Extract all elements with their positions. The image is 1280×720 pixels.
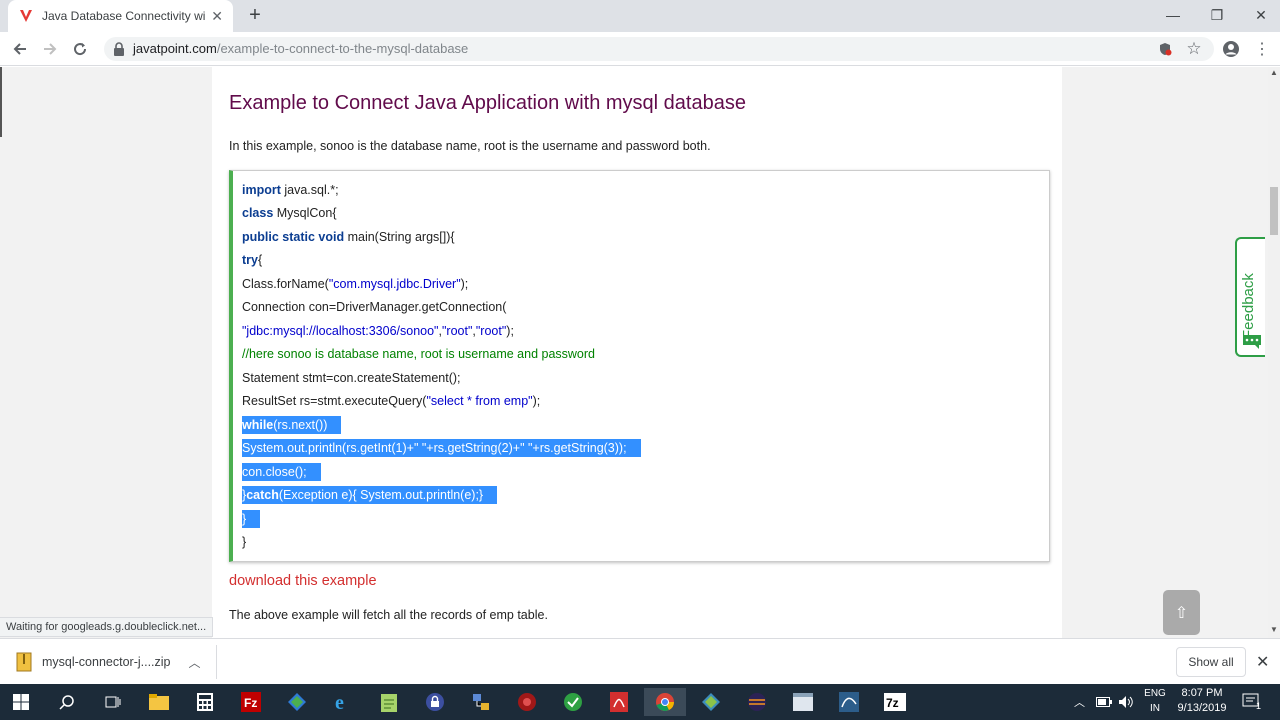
code-line: "jdbc:mysql://localhost:3306/sonoo","roo… <box>242 324 514 338</box>
input-language[interactable]: ENG IN <box>1142 686 1168 716</box>
show-hidden-icons-chevron-icon[interactable]: ︿ <box>1074 684 1085 720</box>
start-windows-icon[interactable] <box>0 688 42 716</box>
feedback-chat-icon <box>1243 335 1261 349</box>
shield-blocked-icon[interactable] <box>1156 40 1174 58</box>
page-title: Example to Connect Java Application with… <box>229 92 746 114</box>
battery-icon[interactable] <box>1096 684 1112 720</box>
scrollbar-thumb[interactable] <box>1270 187 1278 235</box>
shelf-divider <box>216 645 217 679</box>
forward-icon[interactable] <box>38 37 62 61</box>
tab-strip: Java Database Connectivity with ✕ + — ❐ … <box>0 0 1280 32</box>
after-code-text: The above example will fetch all the rec… <box>229 608 548 622</box>
filezilla-icon[interactable]: Fz <box>230 688 272 716</box>
scroll-to-top-button[interactable]: ⇧ <box>1163 590 1200 635</box>
page-viewport: Example to Connect Java Application with… <box>0 67 1268 638</box>
window-app-icon[interactable] <box>782 688 824 716</box>
back-icon[interactable] <box>8 37 32 61</box>
code-line: public static void main(String args[]){ <box>242 230 455 244</box>
network-tool-icon[interactable] <box>460 688 502 716</box>
zip-file-icon <box>16 652 32 672</box>
notifications-icon[interactable]: 1 <box>1242 684 1261 720</box>
code-line: Statement stmt=con.createStatement(); <box>242 371 461 385</box>
svg-text:e: e <box>335 692 344 712</box>
system-clock[interactable]: 8:07 PM 9/13/2019 <box>1170 686 1234 716</box>
restore-icon[interactable]: ❐ <box>1194 0 1240 30</box>
search-icon[interactable] <box>46 688 88 716</box>
red-app-icon[interactable] <box>506 688 548 716</box>
download-item[interactable]: mysql-connector-j....zip ︿ <box>16 647 201 677</box>
vpn-lock-icon[interactable] <box>414 688 456 716</box>
code-line: class MysqlCon{ <box>242 206 337 220</box>
status-bar: Waiting for googleads.g.doubleclick.net.… <box>0 617 214 637</box>
code-line-selected: while(rs.next()) <box>242 416 342 434</box>
account-icon[interactable] <box>1222 40 1240 58</box>
tab-title: Java Database Connectivity with <box>42 9 206 23</box>
svg-text:Fz: Fz <box>244 696 257 710</box>
code-line: Connection con=DriverManager.getConnecti… <box>242 300 507 314</box>
lock-icon[interactable] <box>113 42 125 56</box>
bookmark-star-icon[interactable]: ☆ <box>1185 39 1203 58</box>
internet-explorer-icon[interactable]: e <box>322 688 364 716</box>
windows-taskbar: Fz e 7z ︿ ENG IN 8:07 PM 9/13/2019 1 <box>0 684 1280 720</box>
menu-dots-icon[interactable]: ⋮ <box>1253 40 1271 58</box>
intro-text: In this example, sonoo is the database n… <box>229 139 711 153</box>
download-example-link[interactable]: download this example <box>229 573 377 589</box>
code-comment: //here sonoo is database name, root is u… <box>242 347 595 361</box>
volume-icon[interactable] <box>1118 684 1134 720</box>
page-scrollbar[interactable]: ▲ ▼ <box>1268 67 1280 638</box>
download-shelf: mysql-connector-j....zip ︿ Show all ✕ <box>0 638 1280 684</box>
chevron-up-icon[interactable]: ︿ <box>189 654 201 671</box>
code-line: try{ <box>242 253 263 267</box>
url-text[interactable]: javatpoint.com/example-to-connect-to-the… <box>133 41 468 56</box>
new-tab-button[interactable]: + <box>244 4 266 26</box>
notepad-plus-icon[interactable] <box>368 688 410 716</box>
chrome-icon[interactable] <box>644 688 686 716</box>
close-shelf-icon[interactable]: ✕ <box>1256 652 1269 672</box>
code-line: Class.forName("com.mysql.jdbc.Driver"); <box>242 277 469 291</box>
javatpoint-favicon-icon <box>20 10 32 22</box>
reload-icon[interactable] <box>68 37 92 61</box>
code-block[interactable]: import java.sql.*; class MysqlCon{ publi… <box>229 170 1050 562</box>
seven-zip-icon[interactable]: 7z <box>874 688 916 716</box>
mysql-workbench-icon[interactable] <box>828 688 870 716</box>
close-tab-icon[interactable]: ✕ <box>211 8 223 25</box>
code-line: } <box>242 535 247 549</box>
minimize-icon[interactable]: — <box>1150 0 1196 30</box>
eclipse-icon[interactable] <box>736 688 778 716</box>
feedback-label: Feedback <box>1240 273 1257 339</box>
show-all-button[interactable]: Show all <box>1176 647 1246 677</box>
svg-text:7z: 7z <box>886 696 899 710</box>
download-file-name: mysql-connector-j....zip <box>42 655 171 669</box>
code-line: ResultSet rs=stmt.executeQuery("select *… <box>242 394 541 408</box>
pdf-reader-icon[interactable] <box>598 688 640 716</box>
browser-tab[interactable]: Java Database Connectivity with ✕ <box>8 0 233 32</box>
scroll-down-icon[interactable]: ▼ <box>1268 624 1280 636</box>
code-line-selected: }catch(Exception e){ System.out.println(… <box>242 486 498 504</box>
feedback-tab[interactable]: Feedback <box>1235 237 1265 357</box>
code-line: import java.sql.*; <box>242 183 339 197</box>
close-window-icon[interactable]: ✕ <box>1238 0 1280 30</box>
left-edge-bar <box>0 67 2 137</box>
git-diamond-icon[interactable] <box>276 688 318 716</box>
code-line-selected: System.out.println(rs.getInt(1)+" "+rs.g… <box>242 439 641 457</box>
git-client-icon[interactable] <box>690 688 732 716</box>
notification-count: 1 <box>1256 701 1262 711</box>
code-line-selected: con.close(); <box>242 463 321 481</box>
file-explorer-icon[interactable] <box>138 688 180 716</box>
green-app-icon[interactable] <box>552 688 594 716</box>
article-content: Example to Connect Java Application with… <box>212 67 1062 638</box>
task-view-icon[interactable] <box>92 688 134 716</box>
calculator-icon[interactable] <box>184 688 226 716</box>
code-line-selected: } <box>242 510 261 528</box>
scroll-up-icon[interactable]: ▲ <box>1268 67 1280 79</box>
